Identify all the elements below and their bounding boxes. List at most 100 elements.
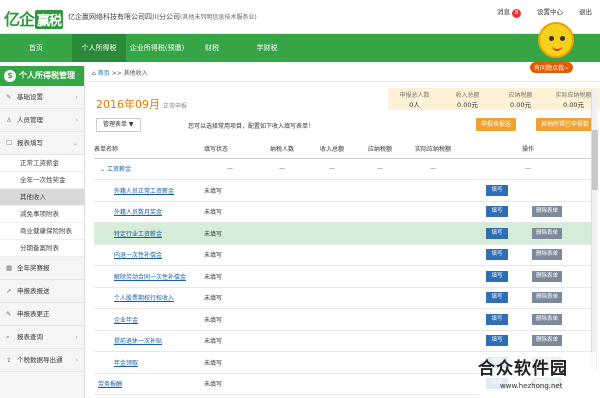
main-nav: 首页 个人所得税 企业所得税(预缴) 财税 学财税 [0,34,600,62]
form-name-link[interactable]: 企业年金 [94,308,204,331]
chevron-right-icon: › [75,333,78,341]
stat-income: 收入总额 0.00元 [455,92,480,109]
top-header: 亿企 赢税 亿企赢网络科技有限公司四川分公司(其他未列明信息技术服务业) 消息 8 … [0,0,600,34]
fill-button[interactable]: 填写 [486,313,508,325]
nav-personal-tax[interactable]: 个人所得税 [72,34,126,62]
sidebar-item-report-fill[interactable]: ☐ 报表填写 ⌄ [0,132,84,155]
table-row: 内退一次性补偿金 未填写 填写 删除表单 [94,244,594,266]
main-content: ⌂ 首页 >> 其他收入 2016年09月 正常申报 申报总人数 0人 收入总额 0.… [88,66,600,398]
delete-form-button[interactable]: 删除表单 [532,270,563,282]
fill-button[interactable]: 填写 [486,227,508,239]
fill-button[interactable]: 填写 [486,292,508,304]
sidebar-item-annual[interactable]: ▦ 全年奖赛报 [0,257,84,280]
sidebar-sub-installment[interactable]: 分期备案附表 [0,240,84,257]
status-text: 未填写 [204,330,256,352]
toolbar-tip: 您可以选择常用项目，配置如下收入填写表单！ [188,123,315,130]
delete-form-button[interactable]: 删除表单 [532,335,563,347]
table-row: 外籍人员正常工资薪金 未填写 填写 [94,179,594,202]
status-text: 未填写 [204,179,256,202]
fill-button[interactable]: 填写 [486,335,508,347]
send-icon: ➚ [6,287,12,295]
breadcrumb-home[interactable]: 首页 [98,70,110,77]
mascot-icon[interactable] [538,22,574,58]
form-name-link[interactable]: 提前退休一次补贴 [94,330,204,352]
sidebar-sub-other-income[interactable]: 其他收入 [0,189,84,206]
sidebar-item-submit[interactable]: ➚ 申报表报送 [0,280,84,303]
sidebar-item-query[interactable]: ⌕ 报表查询 › [0,326,84,349]
settings-link[interactable]: 设置中心 [537,6,563,18]
sidebar: $ 个人所得税管理 ✎ 基础设置 › ♙ 人员管理 › ☐ 报表填写 ⌄ 正常工资薪金 全年一… [0,66,85,398]
chevron-down-icon: ⌄ [72,139,78,147]
sidebar-sub-salary[interactable]: 正常工资薪金 [0,155,84,172]
summary-stats: 申报总人数 0人 收入总额 0.00元 应纳税额 0.00元 实际应纳税额 0.00元 [388,88,600,110]
delete-form-button[interactable]: 删除表单 [532,292,563,304]
form-name-link[interactable]: 年金领取 [94,351,204,374]
declared-amount-button[interactable]: 其他所得已申报数 [536,118,595,131]
form-name-link[interactable]: 解除劳动合同一次性补偿金 [94,265,204,288]
status-text: 未填写 [204,308,256,331]
sidebar-sub-health-insurance[interactable]: 商业健康保险附表 [0,223,84,240]
nav-learn[interactable]: 学财税 [236,34,298,62]
sidebar-item-correct[interactable]: ✎ 申报表更正 [0,303,84,326]
form-name-link[interactable]: 个人股票期权行权收入 [94,287,204,309]
period-title: 2016年09月 正常申报 [96,98,188,111]
message-link[interactable]: 消息 8 [497,6,521,18]
watermark: 合众软件园 www.hezhong.net [478,352,596,396]
nav-home[interactable]: 首页 [0,34,72,62]
chevron-right-icon: › [75,116,78,124]
stat-people: 申报总人数 0人 [399,92,430,109]
delete-form-button[interactable]: 删除表单 [532,249,563,261]
table-row: 解除劳动合同一次性补偿金 未填写 填写 删除表单 [94,265,594,288]
sidebar-item-export[interactable]: ⇪ 个税数据导出通 › [0,349,84,372]
fill-button[interactable]: 填写 [486,206,508,218]
status-text: 未填写 [204,201,256,223]
status-text: 未填写 [204,244,256,266]
nav-corporate-tax[interactable]: 企业所得税(预缴) [126,34,188,62]
submit-report-button[interactable]: 申报表报送 [476,118,517,131]
breadcrumb-current: 其他收入 [123,70,148,77]
sidebar-sub-bonus[interactable]: 全年一次性奖金 [0,172,84,189]
delete-form-button[interactable]: 删除表单 [532,227,563,239]
table-row: 个人股票期权行权收入 未填写 填写 删除表单 [94,287,594,309]
delete-form-button[interactable]: 删除表单 [532,313,563,325]
logout-link[interactable]: 退出 [579,6,592,18]
toolbar: 管理表单 ▼ 您可以选择常用项目，配置如下收入填写表单！ 申报表报送 其他所得已… [96,118,596,132]
form-icon: ☐ [6,139,12,147]
chevron-down-icon: ⌄ [100,166,106,174]
scrollbar[interactable] [591,90,598,370]
form-name-link[interactable]: 劳务报酬 [94,373,204,395]
fill-button[interactable]: 填写 [486,184,508,196]
sidebar-item-staff[interactable]: ♙ 人员管理 › [0,109,84,132]
chevron-right-icon: › [75,356,78,364]
calendar-icon: ▦ [6,264,13,272]
table-row: 特定行业工资薪金 未填写 填写 删除表单 [94,222,594,245]
stat-tax-due: 应纳税额 0.00元 [508,92,533,109]
sidebar-sub-exemption[interactable]: 减免事项附表 [0,206,84,223]
search-icon: ⌕ [6,333,10,341]
form-name-link[interactable]: 外籍人员数月奖金 [94,201,204,223]
dollar-icon: $ [4,70,16,82]
export-icon: ⇪ [6,356,12,364]
form-name-link[interactable]: 内退一次性补偿金 [94,244,204,266]
status-text: 未填写 [204,222,256,245]
form-name-link[interactable]: 外籍人员正常工资薪金 [94,179,204,202]
sidebar-item-basic-settings[interactable]: ✎ 基础设置 › [0,86,84,109]
form-name-link[interactable]: 特定行业工资薪金 [94,222,204,245]
status-text: 未填写 [204,373,256,395]
sidebar-title: $ 个人所得税管理 [0,66,84,86]
fill-button[interactable]: 填写 [486,249,508,261]
group-row[interactable]: ⌄ 工资薪金 — — — — — — [94,158,594,180]
chevron-right-icon: › [75,93,78,101]
table-row: 提前退休一次补贴 未填写 填写 删除表单 [94,330,594,352]
delete-form-button[interactable]: 删除表单 [532,206,563,218]
status-text: 未填写 [204,265,256,288]
logo[interactable]: 亿企 赢税 [4,6,64,30]
fill-button[interactable]: 填写 [486,270,508,282]
nav-finance[interactable]: 财税 [188,34,236,62]
status-text: 未填写 [204,287,256,309]
manage-forms-button[interactable]: 管理表单 ▼ [96,118,141,132]
breadcrumb: ⌂ 首页 >> 其他收入 [88,66,600,82]
company-name: 亿企赢网络科技有限公司四川分公司(其他未列明信息技术服务业) [68,13,257,21]
table-row: 企业年金 未填写 填写 删除表单 [94,308,594,331]
edit-icon: ✎ [6,310,12,318]
